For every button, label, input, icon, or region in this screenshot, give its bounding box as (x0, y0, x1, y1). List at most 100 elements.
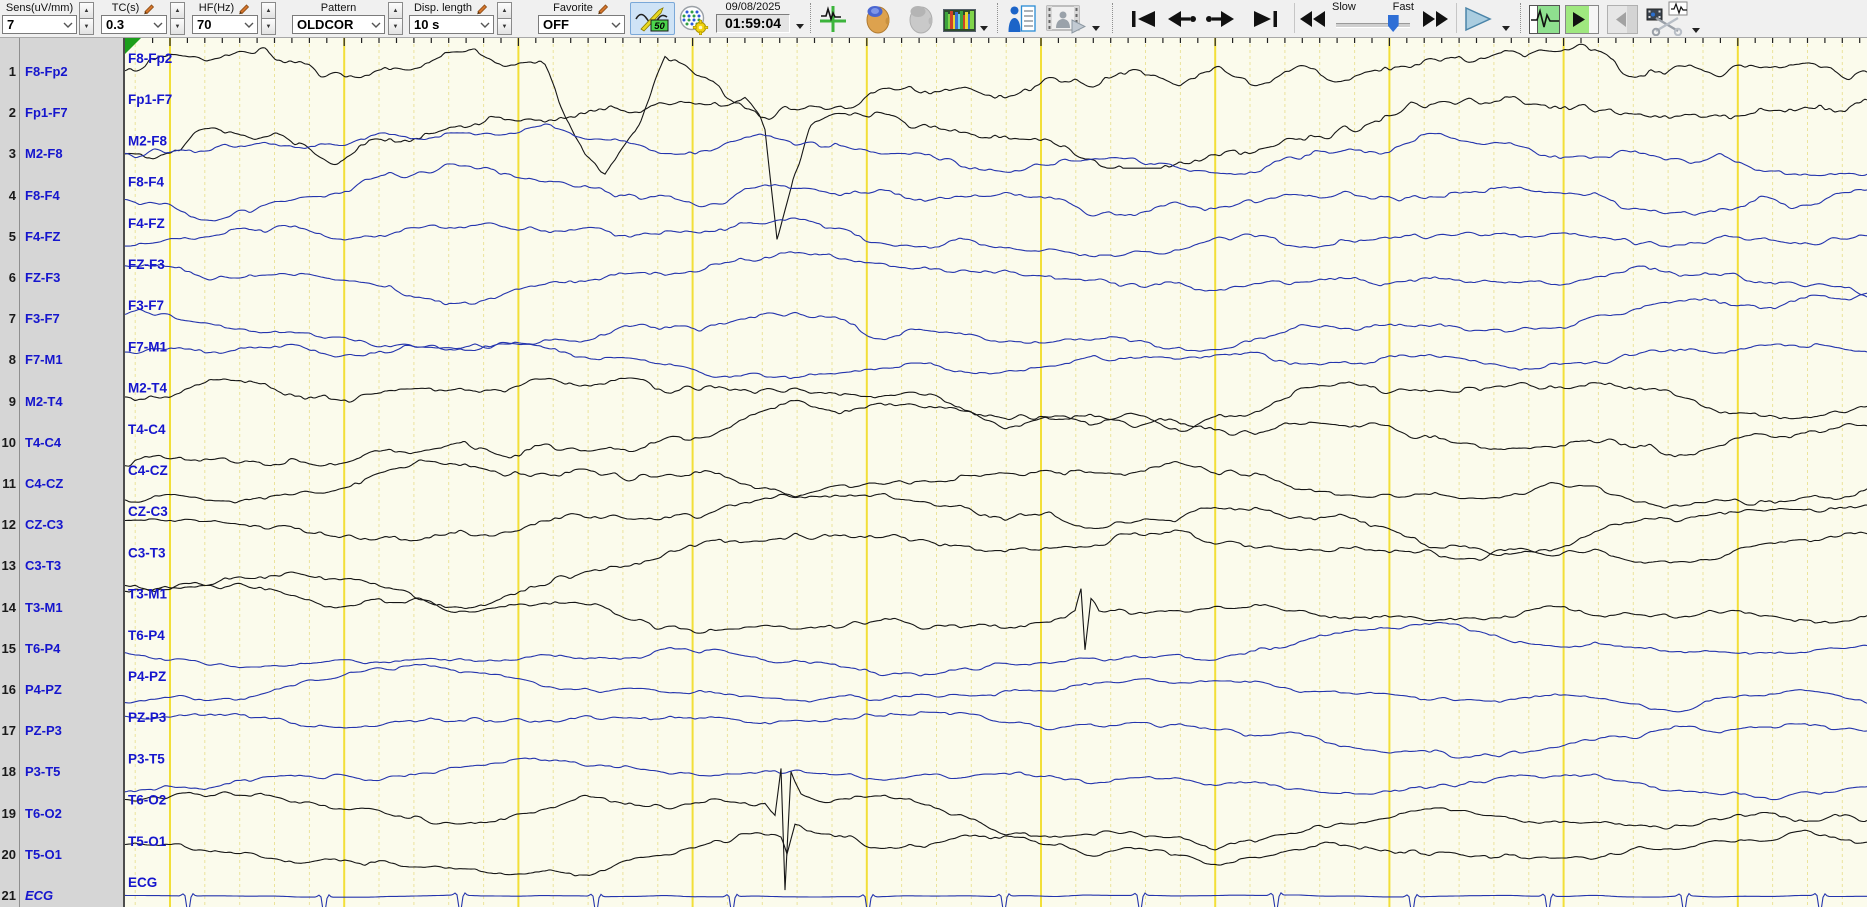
channel-number: 21 (1, 888, 16, 903)
eeg-trace-F8-Fp2 (125, 43, 1867, 175)
time-display[interactable]: 01:59:04 (716, 14, 790, 33)
eeg-trace-C4-CZ (125, 459, 1867, 509)
review-play-button[interactable] (1528, 4, 1560, 34)
channel-row-P4-PZ[interactable]: 16 P4-PZ (0, 680, 123, 700)
trace-label: C3-T3 (128, 545, 166, 560)
datetime-dropdown-caret[interactable] (796, 24, 804, 29)
pattern-spin-up[interactable]: ▲ (388, 2, 403, 19)
previous-event-button[interactable] (1166, 8, 1198, 30)
edit-pencil-icon[interactable] (596, 1, 610, 15)
speed-slider-thumb[interactable] (1387, 15, 1399, 32)
fast-forward-icon (1423, 11, 1448, 27)
speed-slider-track[interactable] (1336, 23, 1410, 28)
channel-number: 6 (8, 270, 16, 285)
channel-number: 18 (1, 764, 16, 780)
channel-row-F4-FZ[interactable]: 5 F4-FZ (0, 227, 123, 247)
channel-row-T3-M1[interactable]: 14 T3-M1 (0, 598, 123, 618)
edit-pencil-icon[interactable] (142, 1, 156, 15)
tc-label: TC(s) (111, 2, 140, 14)
tc-select[interactable]: 0.3 (101, 15, 167, 34)
channel-number: 3 (8, 146, 16, 162)
event-marker-button[interactable] (818, 4, 848, 34)
video-dropdown-caret[interactable] (1092, 26, 1100, 31)
eeg-trace-area[interactable]: F8-Fp2 Fp1-F7 M2-F8 F8-F4 F4-FZ FZ-F3 F3-F7 F7-… (125, 38, 1867, 907)
sens-spin-down[interactable]: ▼ (79, 18, 94, 35)
skip-to-end-button[interactable] (1252, 8, 1288, 30)
tc-spin-down[interactable]: ▼ (170, 18, 185, 35)
play-outline-icon (1465, 6, 1492, 32)
pattern-combo-group: Pattern OLDCOR (292, 1, 385, 34)
dsa-dropdown-caret[interactable] (980, 26, 988, 31)
tc-spin-up[interactable]: ▲ (170, 2, 185, 19)
displength-select[interactable]: 10 s (409, 15, 494, 34)
edit-pencil-icon[interactable] (237, 1, 251, 15)
montage-settings-button[interactable] (677, 3, 709, 35)
clip-scissors-button[interactable] (1644, 1, 1690, 36)
channel-row-CZ-C3[interactable]: 12 CZ-C3 (0, 515, 123, 535)
chevron-down-icon (244, 22, 254, 28)
step-back-disabled-button[interactable] (1606, 4, 1638, 34)
channel-row-F7-M1[interactable]: 8 F7-M1 (0, 350, 123, 370)
trace-label: T5-O1 (128, 834, 167, 849)
edit-pencil-icon[interactable] (475, 1, 489, 15)
channel-row-T6-P4[interactable]: 15 T6-P4 (0, 639, 123, 659)
channel-row-FZ-F3[interactable]: 6 FZ-F3 (0, 268, 123, 288)
hf-select[interactable]: 70 (192, 15, 258, 34)
channel-label: F7-M1 (25, 352, 63, 368)
channel-row-Fp1-F7[interactable]: 2 Fp1-F7 (0, 103, 123, 123)
favorite-select[interactable]: OFF (538, 15, 625, 34)
channel-row-PZ-P3[interactable]: 17 PZ-P3 (0, 721, 123, 741)
eeg-trace-F7-M1 (125, 341, 1867, 380)
brain-map-3d-disabled-button[interactable] (905, 3, 937, 35)
hf-spin-up[interactable]: ▲ (261, 2, 276, 19)
rewind-icon (1300, 11, 1325, 27)
previous-event-icon (1168, 11, 1196, 27)
rewind-button[interactable] (1298, 8, 1328, 30)
event-marker-icon (820, 6, 846, 32)
play-dropdown-caret[interactable] (1502, 26, 1510, 31)
hf-spin-down[interactable]: ▼ (261, 18, 276, 35)
pattern-spin-down[interactable]: ▼ (388, 18, 403, 35)
channel-row-F8-Fp2[interactable]: 1 F8-Fp2 (0, 62, 123, 82)
notch-filter-50hz-button[interactable]: 50 (630, 2, 675, 35)
next-event-button[interactable] (1204, 8, 1236, 30)
svg-text:50: 50 (654, 21, 665, 32)
channel-row-F8-F4[interactable]: 4 F8-F4 (0, 186, 123, 206)
sens-select[interactable]: 7 (2, 15, 77, 34)
brain-map-3d-icon (866, 6, 890, 34)
pattern-select[interactable]: OLDCOR (292, 15, 385, 34)
favorite-combo-group: Favorite OFF (538, 1, 625, 34)
patient-info-icon (1008, 5, 1036, 32)
skip-to-start-button[interactable] (1129, 8, 1157, 30)
eeg-trace-T6-P4 (125, 621, 1867, 677)
channel-row-P3-T5[interactable]: 18 P3-T5 (0, 762, 123, 782)
sens-spin-up[interactable]: ▲ (79, 2, 94, 19)
brain-map-3d-button[interactable] (862, 3, 894, 35)
trace-label: PZ-P3 (128, 710, 167, 725)
displength-spin-down[interactable]: ▼ (497, 18, 512, 35)
channel-number: 17 (1, 723, 16, 739)
play-button[interactable] (1462, 6, 1494, 32)
channel-row-C4-CZ[interactable]: 11 C4-CZ (0, 474, 123, 494)
displength-spin-up[interactable]: ▲ (497, 2, 512, 19)
eeg-viewer-window: Sens(uV/mm) 7 ▲ ▼ TC(s) 0.3 ▲ ▼ HF(Hz) 7… (0, 0, 1867, 907)
clip-dropdown-caret[interactable] (1692, 28, 1700, 33)
channel-row-C3-T3[interactable]: 13 C3-T3 (0, 556, 123, 576)
channel-row-F3-F7[interactable]: 7 F3-F7 (0, 309, 123, 329)
video-button[interactable] (1045, 4, 1087, 34)
trace-label: T3-M1 (128, 587, 167, 602)
channel-row-T6-O2[interactable]: 19 T6-O2 (0, 804, 123, 824)
channel-row-ECG[interactable]: 21 ECG (0, 886, 123, 906)
channel-row-T5-O1[interactable]: 20 T5-O1 (0, 845, 123, 865)
channel-row-M2-F8[interactable]: 3 M2-F8 (0, 144, 123, 164)
eeg-trace-PZ-P3 (125, 711, 1867, 759)
dsa-spectrogram-button[interactable] (943, 8, 976, 32)
channel-row-M2-T4[interactable]: 9 M2-T4 (0, 392, 123, 412)
fast-forward-button[interactable] (1420, 8, 1450, 30)
channel-row-T4-C4[interactable]: 10 T4-C4 (0, 433, 123, 453)
channel-label: F8-F4 (25, 187, 60, 203)
pattern-spinner: ▲ ▼ (388, 2, 403, 35)
patient-info-button[interactable] (1006, 3, 1038, 35)
channel-number: 15 (1, 640, 16, 656)
play-forward-button[interactable] (1564, 4, 1599, 34)
